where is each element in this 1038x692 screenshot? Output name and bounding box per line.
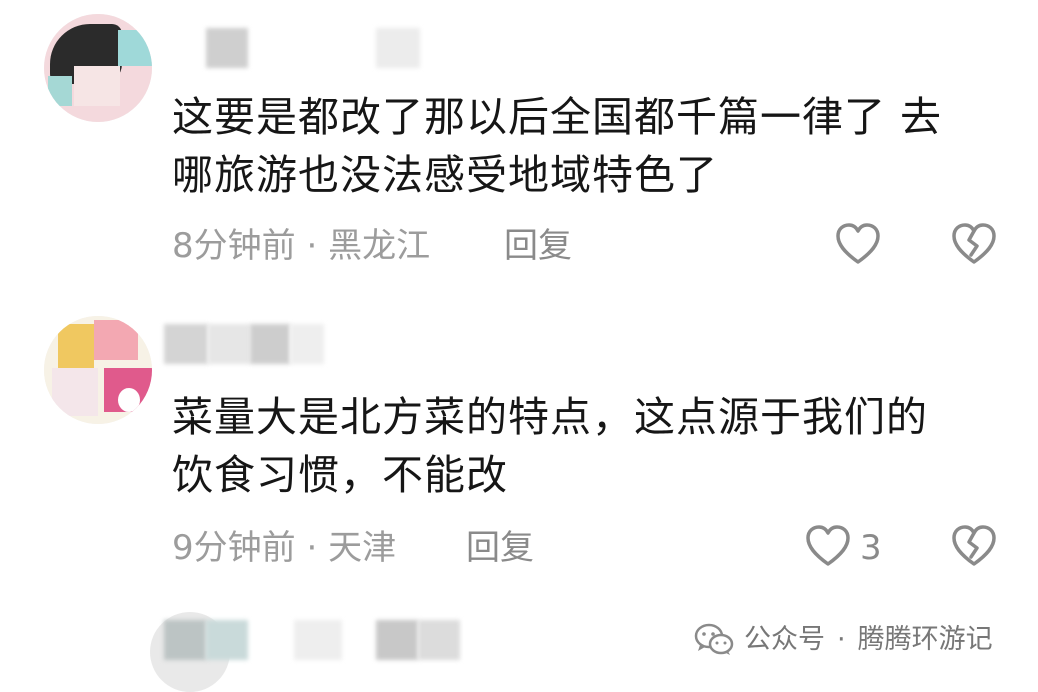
- comment-text: 菜量大是北方菜的特点，这点源于我们的 饮食习惯，不能改: [172, 388, 1002, 504]
- watermark-separator: ·: [837, 624, 846, 655]
- wechat-icon: [694, 623, 734, 655]
- comment-meta: 8分钟前 · 黑龙江: [172, 224, 430, 268]
- comment-text-line: 饮食习惯，不能改: [172, 451, 508, 499]
- comment-text-line: 这要是都改了那以后全国都千篇一律了 去: [172, 93, 943, 141]
- comment-text-line: 哪旅游也没法感受地域特色了: [172, 151, 718, 199]
- comment-text-line: 菜量大是北方菜的特点，这点源于我们的: [172, 393, 928, 441]
- location: 黑龙江: [328, 226, 431, 266]
- username-blurred[interactable]: [164, 620, 464, 660]
- avatar[interactable]: [44, 14, 152, 122]
- reply-button[interactable]: 回复: [466, 526, 534, 570]
- location: 天津: [328, 528, 397, 568]
- like-count: 3: [860, 528, 882, 568]
- timestamp: 8分钟前: [172, 226, 296, 266]
- username-blurred[interactable]: [164, 324, 324, 364]
- meta-separator: ·: [306, 226, 318, 266]
- username-blurred[interactable]: [206, 28, 426, 68]
- watermark-name: 腾腾环游记: [857, 624, 993, 655]
- meta-separator: ·: [306, 528, 318, 568]
- timestamp: 9分钟前: [172, 528, 296, 568]
- watermark-prefix: 公众号: [744, 624, 825, 655]
- comment-text: 这要是都改了那以后全国都千篇一律了 去 哪旅游也没法感受地域特色了: [172, 88, 1002, 204]
- heart-outline-icon[interactable]: [804, 524, 852, 568]
- broken-heart-icon[interactable]: [950, 222, 998, 266]
- avatar[interactable]: [44, 316, 152, 424]
- watermark: 公众号 · 腾腾环游记: [694, 620, 993, 660]
- broken-heart-icon[interactable]: [950, 524, 998, 568]
- reply-button[interactable]: 回复: [504, 224, 572, 268]
- comment-meta: 9分钟前 · 天津: [172, 526, 396, 570]
- heart-outline-icon[interactable]: [834, 222, 882, 266]
